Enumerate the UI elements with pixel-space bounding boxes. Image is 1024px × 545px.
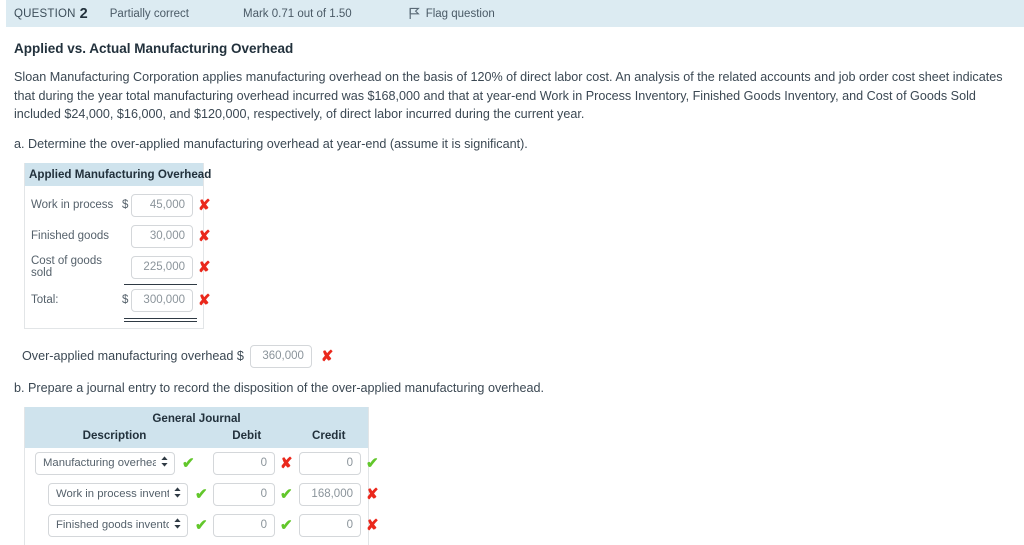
question-mark: Mark 0.71 out of 1.50 [243,7,352,20]
table-row: Manufacturing overhead ✔ ✘ ✔ [25,448,379,479]
general-journal-column-headers: Description Debit Credit [25,426,368,448]
question-number: 2 [79,5,88,22]
row-label: Cost of goods sold [31,255,102,279]
table-row: Finished goods ✘ [25,221,211,252]
question-label: QUESTION [14,7,76,20]
table-row: Cost of goods sold ✔ ✔ ✘ [25,541,368,545]
table-row: Cost of goods sold ✘ [25,252,211,283]
question-header-bar: QUESTION 2 Partially correct Mark 0.71 o… [0,0,1024,27]
column-header-credit: Credit [311,428,346,442]
incorrect-icon: ✘ [198,258,211,276]
general-journal-title: General Journal [25,406,368,427]
currency-symbol: $ [122,294,129,306]
journal-account-select-wrapper-3: Finished goods inventory [48,513,188,537]
journal-debit-input-3[interactable] [213,513,275,537]
journal-credit-input-1[interactable] [299,451,361,475]
total-applied-overhead-input[interactable] [131,288,193,312]
column-header-debit: Debit [232,428,262,442]
incorrect-icon: ✘ [366,485,379,503]
correct-icon: ✔ [366,454,379,472]
correct-icon: ✔ [195,485,208,503]
applied-overhead-table-header: Applied Manufacturing Overhead [25,162,211,186]
journal-account-select-3[interactable]: Finished goods inventory [48,513,188,537]
over-applied-overhead-row: Over-applied manufacturing overhead $ ✘ [22,344,1010,368]
incorrect-icon: ✘ [366,516,379,534]
question-content: Applied vs. Actual Manufacturing Overhea… [0,41,1024,545]
cost-of-goods-sold-input[interactable] [131,255,193,279]
over-applied-overhead-input[interactable] [249,344,312,368]
correct-icon: ✔ [195,516,208,534]
question-part-b-text: b. Prepare a journal entry to record the… [14,380,544,395]
total-double-rule [124,317,197,322]
table-row-total: Total: $ ✘ [25,285,211,316]
flag-question-button[interactable]: Flag question [408,7,495,20]
journal-account-select-1[interactable]: Manufacturing overhead [35,451,175,475]
journal-debit-input-2[interactable] [213,482,275,506]
incorrect-icon: ✘ [198,196,211,214]
currency-symbol: $ [122,199,129,211]
incorrect-icon: ✘ [320,347,334,365]
row-label: Total: [31,294,59,306]
journal-account-select-2[interactable]: Work in process inventory [48,482,188,506]
general-journal-table: General Journal Description Debit Credit… [24,406,379,545]
incorrect-icon: ✘ [198,291,211,309]
finished-goods-input[interactable] [131,224,193,248]
row-label: Work in process [31,199,114,211]
table-row: Work in process inventory ✔ ✔ ✘ [25,479,379,510]
page-title: Applied vs. Actual Manufacturing Overhea… [14,41,294,56]
applied-overhead-table: Applied Manufacturing Overhead Work in p… [24,162,211,329]
over-applied-overhead-label: Over-applied manufacturing overhead $ [22,349,244,363]
column-header-description: Description [82,428,147,442]
table-row: Work in process $ ✘ [25,190,211,221]
work-in-process-input[interactable] [131,193,193,217]
journal-debit-input-1[interactable] [213,451,275,475]
journal-account-select-wrapper-2: Work in process inventory [48,482,188,506]
correct-icon: ✔ [182,454,195,472]
incorrect-icon: ✘ [198,227,211,245]
question-state: Partially correct [109,7,189,20]
table-row: Finished goods inventory ✔ ✔ ✘ [25,510,379,541]
question-part-a-text: a. Determine the over-applied manufactur… [14,136,528,151]
flag-icon [408,7,420,20]
row-label: Finished goods [31,230,109,242]
correct-icon: ✔ [280,485,293,503]
flag-question-label: Flag question [425,7,495,20]
journal-credit-input-2[interactable] [299,482,361,506]
question-body-text: Sloan Manufacturing Corporation applies … [14,70,1003,121]
applied-overhead-table-body: Work in process $ ✘ Finished goods ✘ Cos… [25,186,211,328]
journal-account-select-wrapper-1: Manufacturing overhead [35,451,175,475]
correct-icon: ✔ [280,516,293,534]
incorrect-icon: ✘ [280,454,293,472]
journal-credit-input-3[interactable] [299,513,361,537]
